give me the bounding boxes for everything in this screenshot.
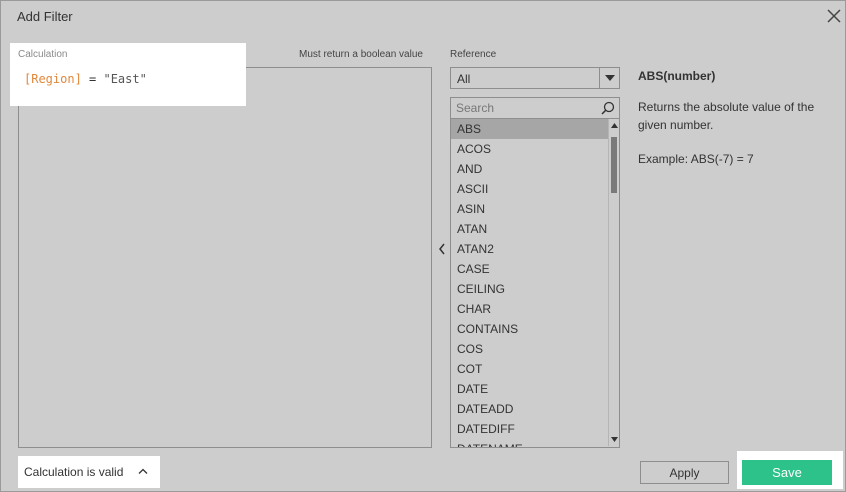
dialog-title: Add Filter — [17, 9, 73, 24]
chevron-left-icon — [439, 243, 445, 255]
function-item[interactable]: CASE — [451, 259, 608, 279]
function-item[interactable]: DATEDIFF — [451, 419, 608, 439]
calculation-label: Calculation — [18, 49, 68, 60]
save-button[interactable]: Save — [742, 460, 832, 485]
function-item[interactable]: ASIN — [451, 199, 608, 219]
function-item[interactable]: DATEADD — [451, 399, 608, 419]
calculation-editor[interactable] — [18, 67, 432, 448]
formula-field: [Region] — [24, 72, 82, 86]
add-filter-dialog: Add Filter Must return a boolean value C… — [0, 0, 846, 492]
function-list: ABS ACOS AND ASCII ASIN ATAN ATAN2 CASE CEILING C… — [450, 119, 620, 448]
function-item[interactable]: CHAR — [451, 299, 608, 319]
close-icon — [827, 9, 841, 23]
function-item[interactable]: ATAN2 — [451, 239, 608, 259]
function-item[interactable]: COT — [451, 359, 608, 379]
function-list-scrollbar[interactable] — [608, 119, 619, 446]
collapse-reference-button[interactable] — [436, 241, 448, 257]
help-description: Returns the absolute value of the given … — [638, 100, 815, 132]
reference-category-select[interactable]: All — [450, 67, 620, 89]
status-text: Calculation is valid — [24, 465, 124, 479]
dropdown-arrow[interactable] — [599, 68, 619, 88]
function-search-input[interactable] — [451, 98, 599, 118]
function-search — [450, 97, 620, 119]
chevron-down-icon — [605, 75, 615, 81]
calculation-status[interactable]: Calculation is valid — [18, 456, 160, 488]
reference-label: Reference — [450, 49, 497, 60]
scroll-up-icon[interactable] — [611, 123, 618, 128]
function-item[interactable]: ATAN — [451, 219, 608, 239]
calculation-formula[interactable]: [Region] = "East" — [24, 72, 147, 86]
formula-string: "East" — [103, 72, 147, 86]
function-item[interactable]: DATENAME — [451, 439, 608, 447]
function-item[interactable]: CEILING — [451, 279, 608, 299]
apply-button[interactable]: Apply — [640, 461, 729, 484]
function-item[interactable]: ACOS — [451, 139, 608, 159]
boolean-hint: Must return a boolean value — [299, 49, 423, 60]
search-icon — [601, 101, 615, 115]
function-item[interactable]: AND — [451, 159, 608, 179]
formula-operator: = — [81, 72, 104, 86]
reference-selected-value: All — [457, 72, 471, 86]
help-example: Example: ABS(-7) = 7 — [638, 152, 754, 166]
help-title: ABS(number) — [638, 69, 716, 83]
function-item[interactable]: ABS — [451, 119, 608, 139]
function-item[interactable]: CONTAINS — [451, 319, 608, 339]
function-item[interactable]: ASCII — [451, 179, 608, 199]
scrollbar-thumb[interactable] — [611, 137, 617, 193]
scroll-down-icon[interactable] — [611, 437, 618, 442]
function-item[interactable]: COS — [451, 339, 608, 359]
close-button[interactable] — [823, 5, 845, 27]
chevron-up-icon — [138, 468, 148, 474]
function-item[interactable]: DATE — [451, 379, 608, 399]
